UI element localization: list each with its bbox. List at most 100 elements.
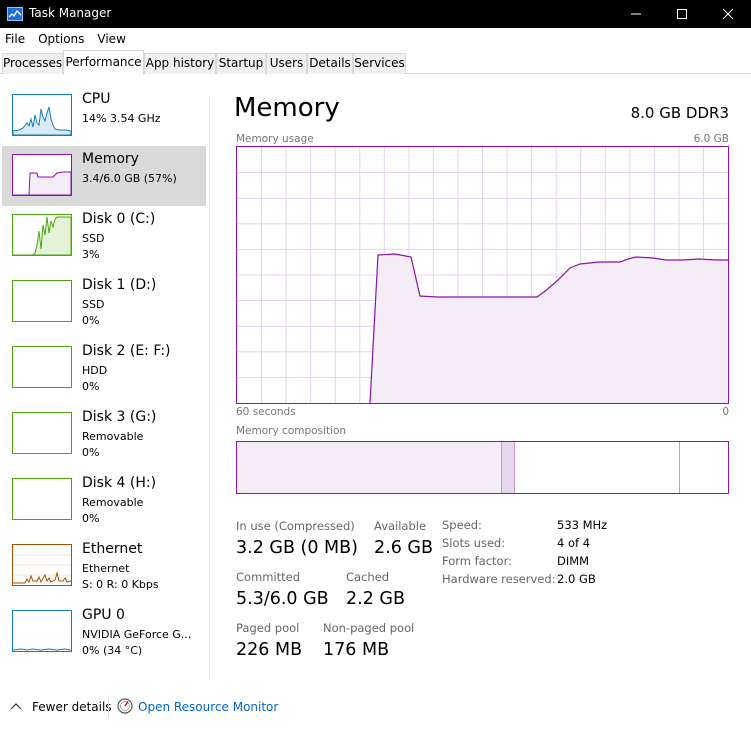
sidebar-ethernet-throughput: S: 0 R: 0 Kbps — [82, 578, 159, 591]
in-use-label: In use (Compressed) — [236, 519, 355, 533]
resource-monitor-icon[interactable] — [117, 698, 133, 714]
sidebar-item-disk-3[interactable]: Disk 3 (G:) Removable 0% — [2, 404, 206, 464]
sidebar-cpu-name: CPU — [82, 91, 111, 107]
sidebar-item-memory[interactable]: Memory 3.4/6.0 GB (57%) — [2, 146, 206, 206]
close-button[interactable] — [705, 0, 751, 28]
sidebar-item-disk-4[interactable]: Disk 4 (H:) Removable 0% — [2, 470, 206, 530]
sidebar-disk-4-usage: 0% — [82, 512, 100, 525]
tab-startup[interactable]: Startup — [216, 53, 266, 74]
committed-value: 5.3/6.0 GB — [236, 589, 329, 609]
memory-spec: 8.0 GB DDR3 — [630, 104, 729, 122]
memory-usage-label: Memory usage — [236, 133, 314, 145]
minimize-button[interactable] — [613, 0, 659, 28]
sidebar-memory-name: Memory — [82, 151, 139, 167]
speed-value: 533 MHz — [557, 518, 608, 532]
sidebar-item-gpu-0[interactable]: GPU 0 NVIDIA GeForce G... 0% (34 °C) — [2, 602, 206, 662]
memory-composition-bar — [236, 441, 729, 494]
form-factor-value: DIMM — [557, 554, 590, 568]
sidebar-item-cpu[interactable]: CPU 14% 3.54 GHz — [2, 86, 206, 146]
disk-1-thumbnail — [12, 280, 72, 322]
form-factor-label: Form factor: — [442, 554, 512, 568]
tab-performance[interactable]: Performance — [63, 50, 144, 75]
composition-standby[interactable] — [515, 442, 680, 493]
disk-0-thumbnail — [12, 214, 72, 256]
menu-view[interactable]: View — [97, 32, 125, 46]
slots-used-label: Slots used: — [442, 536, 506, 550]
time-axis-right: 0 — [722, 406, 729, 418]
sidebar-disk-4-name: Disk 4 (H:) — [82, 475, 157, 491]
paged-pool-label: Paged pool — [236, 621, 300, 635]
sidebar-disk-4-type: Removable — [82, 496, 144, 509]
disk-3-thumbnail — [12, 412, 72, 454]
committed-label: Committed — [236, 570, 301, 584]
sidebar-disk-3-name: Disk 3 (G:) — [82, 409, 157, 425]
composition-in-use[interactable] — [237, 442, 502, 493]
memory-usage-svg — [237, 147, 728, 403]
in-use-value: 3.2 GB (0 MB) — [236, 538, 358, 558]
memory-usage-graph — [236, 146, 729, 404]
composition-modified[interactable] — [502, 442, 515, 493]
tab-bar: Processes Performance App history Startu… — [0, 50, 751, 75]
available-value: 2.6 GB — [374, 538, 433, 558]
memory-thumbnail — [12, 154, 72, 196]
sidebar-gpu-0-model: NVIDIA GeForce G... — [82, 628, 192, 641]
menu-bar: File Options View — [0, 28, 751, 50]
sidebar-item-ethernet[interactable]: Ethernet Ethernet S: 0 R: 0 Kbps — [2, 536, 206, 596]
sidebar-disk-0-usage: 3% — [82, 248, 100, 261]
disk-2-thumbnail — [12, 346, 72, 388]
paged-pool-value: 226 MB — [236, 640, 303, 660]
sidebar-disk-1-usage: 0% — [82, 314, 100, 327]
chevron-up-icon[interactable] — [10, 702, 22, 710]
slots-used-value: 4 of 4 — [557, 536, 591, 550]
tab-details[interactable]: Details — [307, 53, 353, 74]
cached-value: 2.2 GB — [346, 589, 405, 609]
speed-label: Speed: — [442, 518, 482, 532]
menu-options[interactable]: Options — [38, 32, 84, 46]
non-paged-pool-value: 176 MB — [323, 640, 390, 660]
tab-app-history[interactable]: App history — [144, 53, 216, 74]
sidebar-ethernet-name: Ethernet — [82, 541, 143, 557]
footer: Fewer details Open Resource Monitor — [0, 690, 751, 724]
sidebar-disk-1-name: Disk 1 (D:) — [82, 277, 157, 293]
tab-processes[interactable]: Processes — [2, 53, 63, 74]
title-bar: Task Manager — [0, 0, 751, 28]
gpu-0-thumbnail — [12, 610, 72, 652]
hardware-reserved-value: 2.0 GB — [557, 572, 596, 586]
sidebar-disk-2-usage: 0% — [82, 380, 100, 393]
sidebar-item-disk-0[interactable]: Disk 0 (C:) SSD 3% — [2, 206, 206, 266]
maximize-button[interactable] — [659, 0, 705, 28]
fewer-details-button[interactable]: Fewer details — [32, 700, 112, 714]
hardware-reserved-label: Hardware reserved: — [442, 572, 556, 586]
close-icon — [722, 8, 734, 20]
sidebar-disk-2-type: HDD — [82, 364, 108, 377]
sidebar-gpu-0-name: GPU 0 — [82, 607, 125, 623]
available-label: Available — [374, 519, 427, 533]
sidebar-disk-0-name: Disk 0 (C:) — [82, 211, 156, 227]
sidebar-disk-3-usage: 0% — [82, 446, 100, 459]
composition-free[interactable] — [681, 442, 728, 493]
open-resource-monitor-link[interactable]: Open Resource Monitor — [138, 700, 278, 714]
sidebar-gpu-0-usage: 0% (34 °C) — [82, 644, 143, 657]
memory-usage-area — [370, 254, 728, 403]
sidebar-disk-3-type: Removable — [82, 430, 144, 443]
menu-file[interactable]: File — [5, 32, 25, 46]
sidebar-divider — [209, 96, 210, 680]
sidebar-disk-2-name: Disk 2 (E: F:) — [82, 343, 171, 359]
sidebar-disk-0-type: SSD — [82, 232, 105, 245]
sidebar-ethernet-type: Ethernet — [82, 562, 130, 575]
sidebar-item-disk-1[interactable]: Disk 1 (D:) SSD 0% — [2, 272, 206, 332]
window-title: Task Manager — [29, 6, 112, 20]
cpu-thumbnail — [12, 94, 72, 136]
time-axis-left: 60 seconds — [236, 406, 296, 418]
task-manager-icon — [7, 7, 23, 21]
maximize-icon — [677, 9, 687, 19]
minimize-icon — [631, 13, 641, 15]
disk-4-thumbnail — [12, 478, 72, 520]
sidebar-item-disk-2[interactable]: Disk 2 (E: F:) HDD 0% — [2, 338, 206, 398]
sidebar-memory-stat: 3.4/6.0 GB (57%) — [82, 172, 177, 185]
ethernet-thumbnail — [12, 544, 72, 586]
tab-services[interactable]: Services — [353, 53, 406, 74]
sidebar-disk-1-type: SSD — [82, 298, 105, 311]
tab-users[interactable]: Users — [266, 53, 307, 74]
cached-label: Cached — [346, 570, 390, 584]
